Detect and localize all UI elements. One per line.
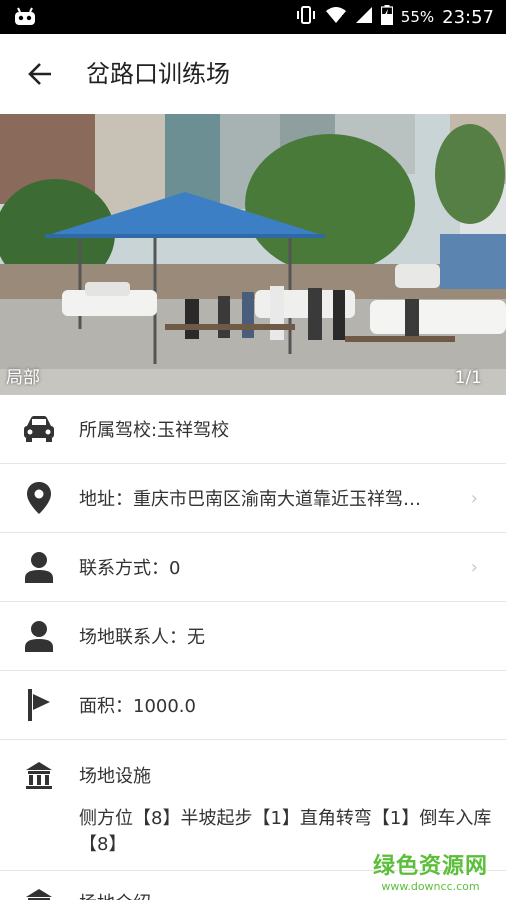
page-title: 岔路口训练场 (86, 60, 230, 88)
watermark-title: 绿色资源网 (372, 854, 488, 879)
back-button[interactable] (22, 56, 58, 92)
facility-icon (22, 885, 56, 900)
address-label: 地址：重庆市巴南区渝南大道靠近玉祥驾… (79, 489, 421, 510)
photo-counter: 1/1 (454, 368, 482, 388)
signal-icon (355, 6, 373, 28)
facilities-row: 场地设施 (0, 740, 506, 809)
area-label: 面积：1000.0 (79, 696, 196, 717)
person-icon (22, 619, 56, 653)
facilities-label: 场地设施 (79, 765, 151, 787)
watermark: 绿色资源网 www.downcc.com (373, 848, 488, 893)
photo-gallery[interactable]: 局部 1/1 (0, 114, 506, 395)
battery-icon (380, 5, 393, 29)
site-contact-row: 场地联系人：无 (0, 602, 506, 671)
training-ground-photo (0, 114, 506, 395)
arrow-left-icon (28, 63, 51, 85)
driving-school-label: 所属驾校:玉祥驾校 (79, 420, 230, 441)
watermark-url: www.downcc.com (381, 880, 480, 893)
status-bar: 55% 23:57 (0, 0, 506, 34)
address-row[interactable]: 地址：重庆市巴南区渝南大道靠近玉祥驾… › (0, 464, 506, 533)
site-intro-label: 场地介绍 (79, 889, 151, 900)
area-row: 面积：1000.0 (0, 671, 506, 740)
facility-icon (22, 758, 56, 792)
location-pin-icon (22, 481, 56, 515)
android-debug-icon (14, 7, 36, 31)
wifi-icon (325, 6, 347, 28)
clock: 23:57 (442, 6, 494, 28)
contact-label: 联系方式：0 (79, 558, 181, 579)
site-contact-label: 场地联系人：无 (79, 627, 205, 648)
chevron-right-icon: › (470, 487, 478, 509)
person-icon (22, 550, 56, 584)
area-flag-icon (22, 688, 56, 722)
contact-row[interactable]: 联系方式：0 › (0, 533, 506, 602)
battery-percent: 55% (400, 8, 435, 26)
chevron-right-icon: › (470, 556, 478, 578)
photo-caption: 局部 (6, 368, 40, 388)
driving-school-row: 所属驾校:玉祥驾校 (0, 395, 506, 464)
app-bar: 岔路口训练场 (0, 34, 506, 114)
vibrate-icon (295, 6, 317, 28)
car-icon (22, 412, 56, 446)
